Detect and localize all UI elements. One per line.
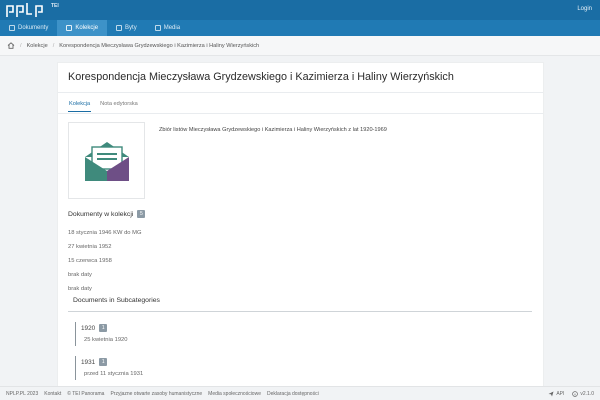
subcategory-count-badge: 1 [99,358,108,366]
breadcrumb-separator: / [52,42,55,49]
envelope-letter-icon [84,141,129,181]
footer-link-kontakt[interactable]: Kontakt [44,391,61,397]
nplp-logo-mark [6,3,43,17]
footer-link-social-media[interactable]: Media społecznościowe [208,391,261,397]
breadcrumb: / Kolekcje / Korespondencja Mieczysława … [0,36,600,56]
nav-item-kolekcje[interactable]: Kolekcje [57,20,108,36]
document-link[interactable]: 25 kwietnia 1920 [81,334,128,346]
document-link[interactable]: 27 kwietnia 1952 [68,240,141,254]
entity-icon [116,25,123,31]
divider [58,113,543,114]
media-icon [154,25,161,31]
subcategory-label: 1920 [81,324,96,332]
nplp-logo[interactable]: TEI [6,2,59,18]
breadcrumb-current: Korespondencja Mieczysława Grydzewskiego… [59,42,260,49]
document-link[interactable]: brak daty [68,268,141,282]
footer-link-tei-panorama[interactable]: © TEI Panorama [67,391,104,397]
collection-card: Korespondencja Mieczysława Grydzewskiego… [57,62,544,387]
page-title: Korespondencja Mieczysława Grydzewskiego… [68,71,454,83]
breadcrumb-kolekcje[interactable]: Kolekcje [27,43,48,49]
send-icon [548,391,554,397]
version-info: v2.1.0 [572,391,594,397]
nav-item-dokumenty[interactable]: Dokumenty [0,20,57,36]
subcategory-header[interactable]: 1931 1 [81,356,143,368]
login-link[interactable]: Login [577,6,592,12]
subcategory-group-1931: 1931 1 przed 11 stycznia 1931 [75,356,143,380]
nav-item-label: Byty [125,25,137,31]
divider [58,92,543,93]
collection-icon [66,25,73,31]
nav-item-label: Kolekcje [75,25,99,31]
tab-nota-edytorska[interactable]: Nota edytorska [99,101,139,112]
collection-description: Zbiór listów Mieczysława Grydzewskiego i… [159,127,387,133]
footer: NPLP.PL 2023 Kontakt © TEI Panorama Przy… [0,386,600,400]
document-link[interactable]: przed 11 stycznia 1931 [81,368,143,380]
collection-tabs: Kolekcja Nota edytorska [68,101,139,112]
nav-item-media[interactable]: Media [146,20,189,36]
document-link[interactable]: 18 stycznia 1946 KW do MG [68,226,141,240]
documents-list: 18 stycznia 1946 KW do MG 27 kwietnia 19… [68,226,141,296]
document-link[interactable]: brak daty [68,282,141,296]
footer-right: API v2.1.0 [548,387,594,400]
main-nav: Dokumenty Kolekcje Byty Media [0,20,600,36]
nav-item-label: Media [163,25,181,31]
info-icon [572,391,579,397]
documents-heading: Dokumenty w kolekcji 5 [68,210,146,218]
home-icon[interactable] [7,42,15,49]
divider [68,311,532,312]
api-link[interactable]: API [548,391,564,397]
subcategory-label: 1931 [81,358,96,366]
footer-link-resources[interactable]: Przyjazne otwarte zasoby humanistyczne [110,391,202,397]
top-bar: TEI Login [0,0,600,20]
tab-kolekcja[interactable]: Kolekcja [68,101,92,112]
footer-link-accessibility[interactable]: Deklaracja dostępności [267,391,319,397]
document-icon [9,25,15,31]
nav-item-label: Dokumenty [18,25,49,31]
version-label: v2.1.0 [580,391,594,397]
footer-copyright: NPLP.PL 2023 [6,390,39,397]
documents-count-badge: 5 [137,210,146,218]
documents-heading-label: Dokumenty w kolekcji [68,210,134,218]
breadcrumb-separator: / [20,42,22,49]
nav-item-byty[interactable]: Byty [107,20,146,36]
subcategory-header[interactable]: 1920 1 [81,322,128,334]
subcategory-group-1920: 1920 1 25 kwietnia 1920 [75,322,128,346]
subcategories-heading: Documents in Subcategories [73,297,160,304]
api-label: API [556,391,565,397]
collection-thumbnail [68,122,145,199]
logo-tei-label: TEI [51,3,59,9]
document-link[interactable]: 15 czerwca 1958 [68,254,141,268]
subcategory-count-badge: 1 [99,324,108,332]
